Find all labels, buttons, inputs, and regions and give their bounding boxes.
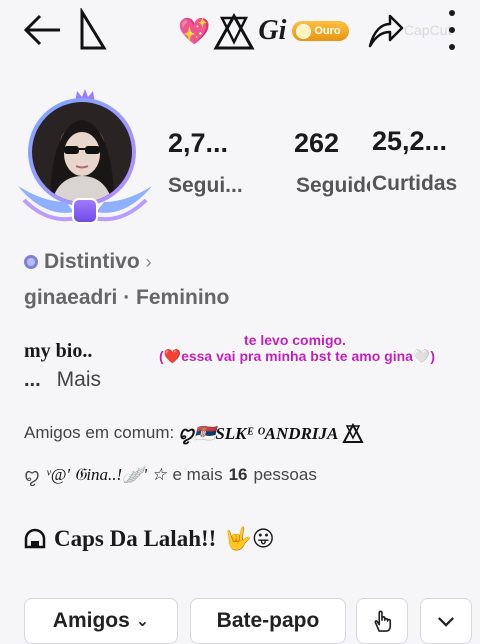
badge-icon — [24, 255, 38, 269]
mutual-names-2: ᵛ@' 𝔊ina..!🪽' ☆ — [45, 464, 167, 484]
hand-button[interactable] — [356, 598, 408, 644]
mutual-suffix-b: pessoas — [253, 464, 317, 484]
ouro-badge[interactable]: Ouro — [292, 21, 349, 41]
playlist-emoji: 🤟😛 — [224, 526, 275, 551]
followers-label[interactable]: Seguidores — [296, 174, 370, 198]
share-button[interactable] — [364, 12, 404, 50]
followers-count[interactable]: 262 — [294, 128, 339, 159]
delta-icon — [213, 12, 255, 50]
mutual-count: 16 — [228, 464, 248, 484]
mutual-friends-row[interactable]: Amigos em comum: ꨄ🇷🇸SLKᴱ ᴼANDRIJA — [24, 420, 365, 445]
mutual-friends-row-2[interactable]: ꨄ ᵛ@' 𝔊ina..!🪽' ☆ e mais 16 pessoas — [24, 462, 317, 487]
back-button[interactable] — [20, 12, 64, 48]
chevron-down-icon: ⌄ — [135, 613, 150, 630]
chevron-down-icon — [438, 616, 454, 627]
badge-label: Distintivo — [44, 250, 140, 273]
heart-icon: 💖 — [178, 16, 211, 46]
likes-count: 25,2... — [372, 126, 448, 156]
arrow-left-icon — [23, 14, 60, 46]
coin-icon — [296, 23, 312, 39]
bio-more-link[interactable]: Mais — [57, 368, 101, 391]
ouro-label: Ouro — [314, 25, 341, 37]
caption-line-2: (❤️essa vai pra minha bst te amo gina🤍) — [158, 348, 436, 364]
delta-icon — [342, 422, 365, 443]
mutual-prefix: Amigos em comum: — [24, 422, 175, 442]
more-vertical-icon — [449, 10, 455, 16]
likes-label: Curtidas — [372, 172, 458, 195]
chat-button[interactable]: Bate-papo — [190, 598, 346, 644]
playlist-title: Caps Da Lalah!! — [54, 526, 217, 551]
badge-link[interactable]: Distintivo › — [24, 250, 152, 274]
username-gender: ginaeadri · Feminino — [24, 286, 230, 309]
friends-label: Amigos — [52, 609, 130, 632]
mutual-names: ꨄ🇷🇸SLKᴱ ᴼANDRIJA — [178, 424, 339, 443]
playlist-icon — [24, 528, 46, 549]
chevron-right-icon: › — [145, 251, 152, 272]
caption-line-1: te levo comigo. — [244, 332, 346, 348]
bio-ellipsis: ... — [24, 369, 41, 391]
avatar[interactable] — [14, 88, 156, 230]
friends-button[interactable]: Amigos ⌄ — [24, 598, 178, 644]
profile-name: Gi — [258, 15, 287, 46]
following-label[interactable]: Segui... — [168, 174, 243, 198]
hand-pointer-icon — [374, 610, 392, 632]
delta-logo-icon — [74, 6, 112, 52]
share-icon — [368, 14, 404, 48]
chat-label: Bate-papo — [216, 609, 320, 632]
bio-text: my bio.. — [24, 340, 93, 362]
playlist-row[interactable]: Caps Da Lalah!! 🤟😛 — [24, 526, 275, 552]
profile-title: 💖 Gi Ouro — [178, 10, 349, 52]
bio-more-row[interactable]: ... Mais — [24, 368, 101, 392]
play-badge-icon — [72, 198, 98, 224]
following-count[interactable]: 2,7... — [168, 128, 228, 159]
swirl-icon: ꨄ — [24, 466, 40, 485]
more-button[interactable] — [444, 10, 460, 50]
more-options-button[interactable] — [420, 598, 472, 644]
mutual-suffix-a: e mais — [172, 464, 223, 484]
